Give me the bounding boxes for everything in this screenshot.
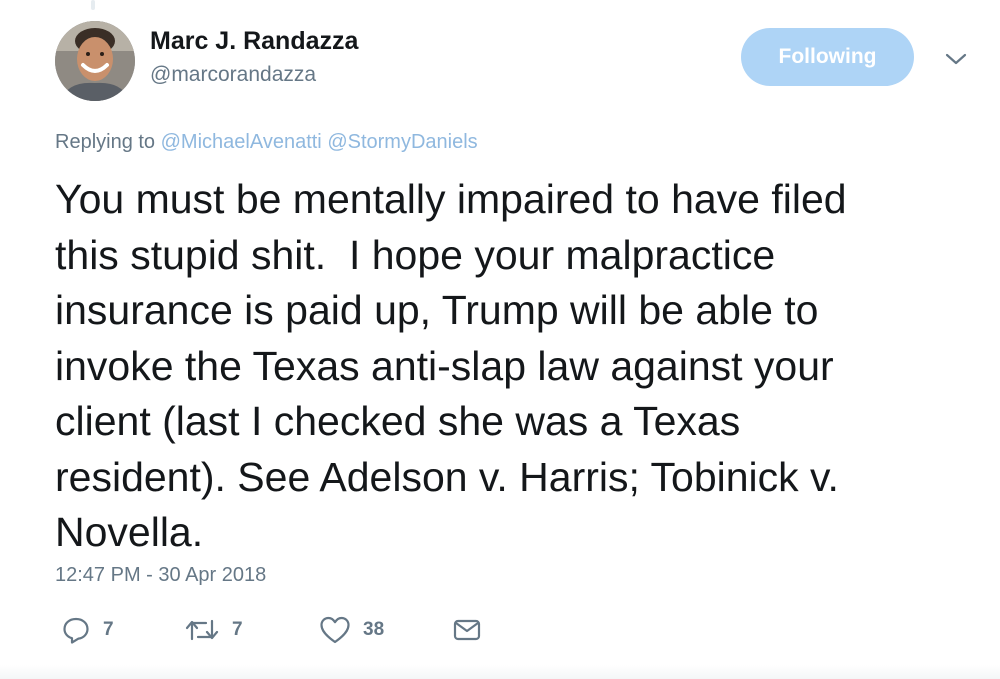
tweet-text: You must be mentally impaired to have fi…	[55, 172, 975, 561]
direct-message-button[interactable]	[452, 614, 482, 646]
retweet-button[interactable]: 7	[184, 614, 243, 646]
replying-to: Replying to @MichaelAvenatti @StormyDani…	[55, 131, 478, 154]
author-handle[interactable]: @marcorandazza	[150, 63, 316, 87]
reply-count: 7	[103, 619, 114, 640]
heart-icon	[320, 616, 350, 644]
like-button[interactable]: 38	[319, 614, 384, 646]
replying-to-label: Replying to	[55, 131, 156, 153]
tweet-text-line: You must be mentally impaired to have fi…	[55, 176, 847, 222]
envelope-icon	[453, 619, 481, 641]
tweet-text-line: this stupid shit. I hope your malpractic…	[55, 231, 776, 278]
mention-link-michaelavenatti[interactable]: @MichaelAvenatti	[161, 131, 322, 153]
following-button[interactable]: Following	[741, 28, 914, 86]
like-count: 38	[363, 619, 385, 640]
reply-icon	[63, 617, 89, 644]
mention-link-stormydaniels[interactable]: @StormyDaniels	[327, 131, 477, 153]
reply-button[interactable]: 7	[61, 614, 114, 646]
tweet-text-line: insurance is paid up, Trump will be able…	[55, 287, 819, 333]
profile-photo-icon	[55, 21, 135, 101]
author-display-name[interactable]: Marc J. Randazza	[150, 27, 358, 56]
tweet-text-line: client (last I checked she was a Texas	[55, 398, 741, 444]
avatar[interactable]	[55, 21, 135, 101]
tweet-timestamp[interactable]: 12:47 PM - 30 Apr 2018	[55, 564, 266, 587]
tweet-text-line: invoke the Texas anti-slap law against y…	[55, 342, 834, 389]
tweet-text-line: Novella.	[55, 509, 204, 555]
retweet-icon	[185, 619, 219, 641]
thread-connector-line	[91, 0, 95, 10]
retweet-count: 7	[232, 619, 243, 640]
tweet-text-line: resident). See Adelson v. Harris; Tobini…	[55, 453, 839, 500]
chevron-down-icon	[945, 53, 967, 65]
bottom-edge-shadow	[0, 665, 1000, 679]
more-options-button[interactable]	[943, 50, 969, 68]
